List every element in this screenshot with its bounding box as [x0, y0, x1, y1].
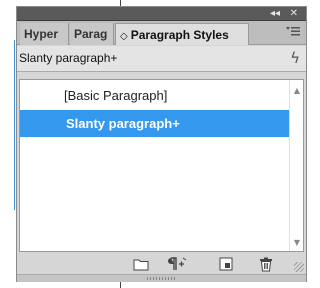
close-panel-button[interactable]: ✕ [290, 7, 298, 21]
tab-paragraph[interactable]: Parag [70, 23, 114, 45]
list-item-selected[interactable]: Slanty paragraph+ [20, 110, 290, 137]
current-style-name: Slanty paragraph+ [19, 51, 118, 65]
new-style-icon[interactable] [216, 256, 236, 272]
folder-icon[interactable] [131, 256, 151, 272]
scroll-down-icon[interactable]: ▼ [294, 238, 300, 247]
paragraph-styles-panel: ◂◂ ✕ Hyper Parag ◇ Paragraph Styles Slant… [16, 6, 307, 282]
panel-footer [17, 254, 306, 274]
grip-icon [147, 277, 175, 280]
panel-menu-icon[interactable] [282, 24, 300, 40]
panel-tab-bar: Hyper Parag ◇ Paragraph Styles [17, 21, 306, 45]
styles-list: [Basic Paragraph] Slanty paragraph+ ▲ ▼ [19, 79, 304, 252]
list-item[interactable]: [Basic Paragraph] [20, 82, 290, 109]
sort-arrows-icon: ◇ [120, 31, 128, 42]
scroll-up-icon[interactable]: ▲ [294, 86, 300, 95]
clear-overrides-icon[interactable] [167, 256, 187, 272]
panel-drag-handle[interactable] [17, 274, 306, 282]
tab-label: Parag [74, 27, 108, 41]
tab-hyperlinks[interactable]: Hyper [20, 23, 69, 45]
scrollbar[interactable] [289, 80, 303, 251]
panel-titlebar[interactable]: ◂◂ ✕ [17, 7, 306, 21]
lightning-icon[interactable]: ϟ [290, 49, 300, 67]
tab-paragraph-styles[interactable]: ◇ Paragraph Styles [115, 23, 249, 45]
trash-icon[interactable] [256, 256, 276, 272]
collapse-panel-button[interactable]: ◂◂ [270, 7, 280, 21]
current-style-bar: Slanty paragraph+ ϟ [17, 46, 306, 72]
tab-label: Hyper [24, 27, 59, 41]
resize-grip-icon[interactable] [294, 262, 304, 272]
tab-label: Paragraph Styles [130, 28, 229, 42]
background-guide-line [14, 40, 15, 210]
